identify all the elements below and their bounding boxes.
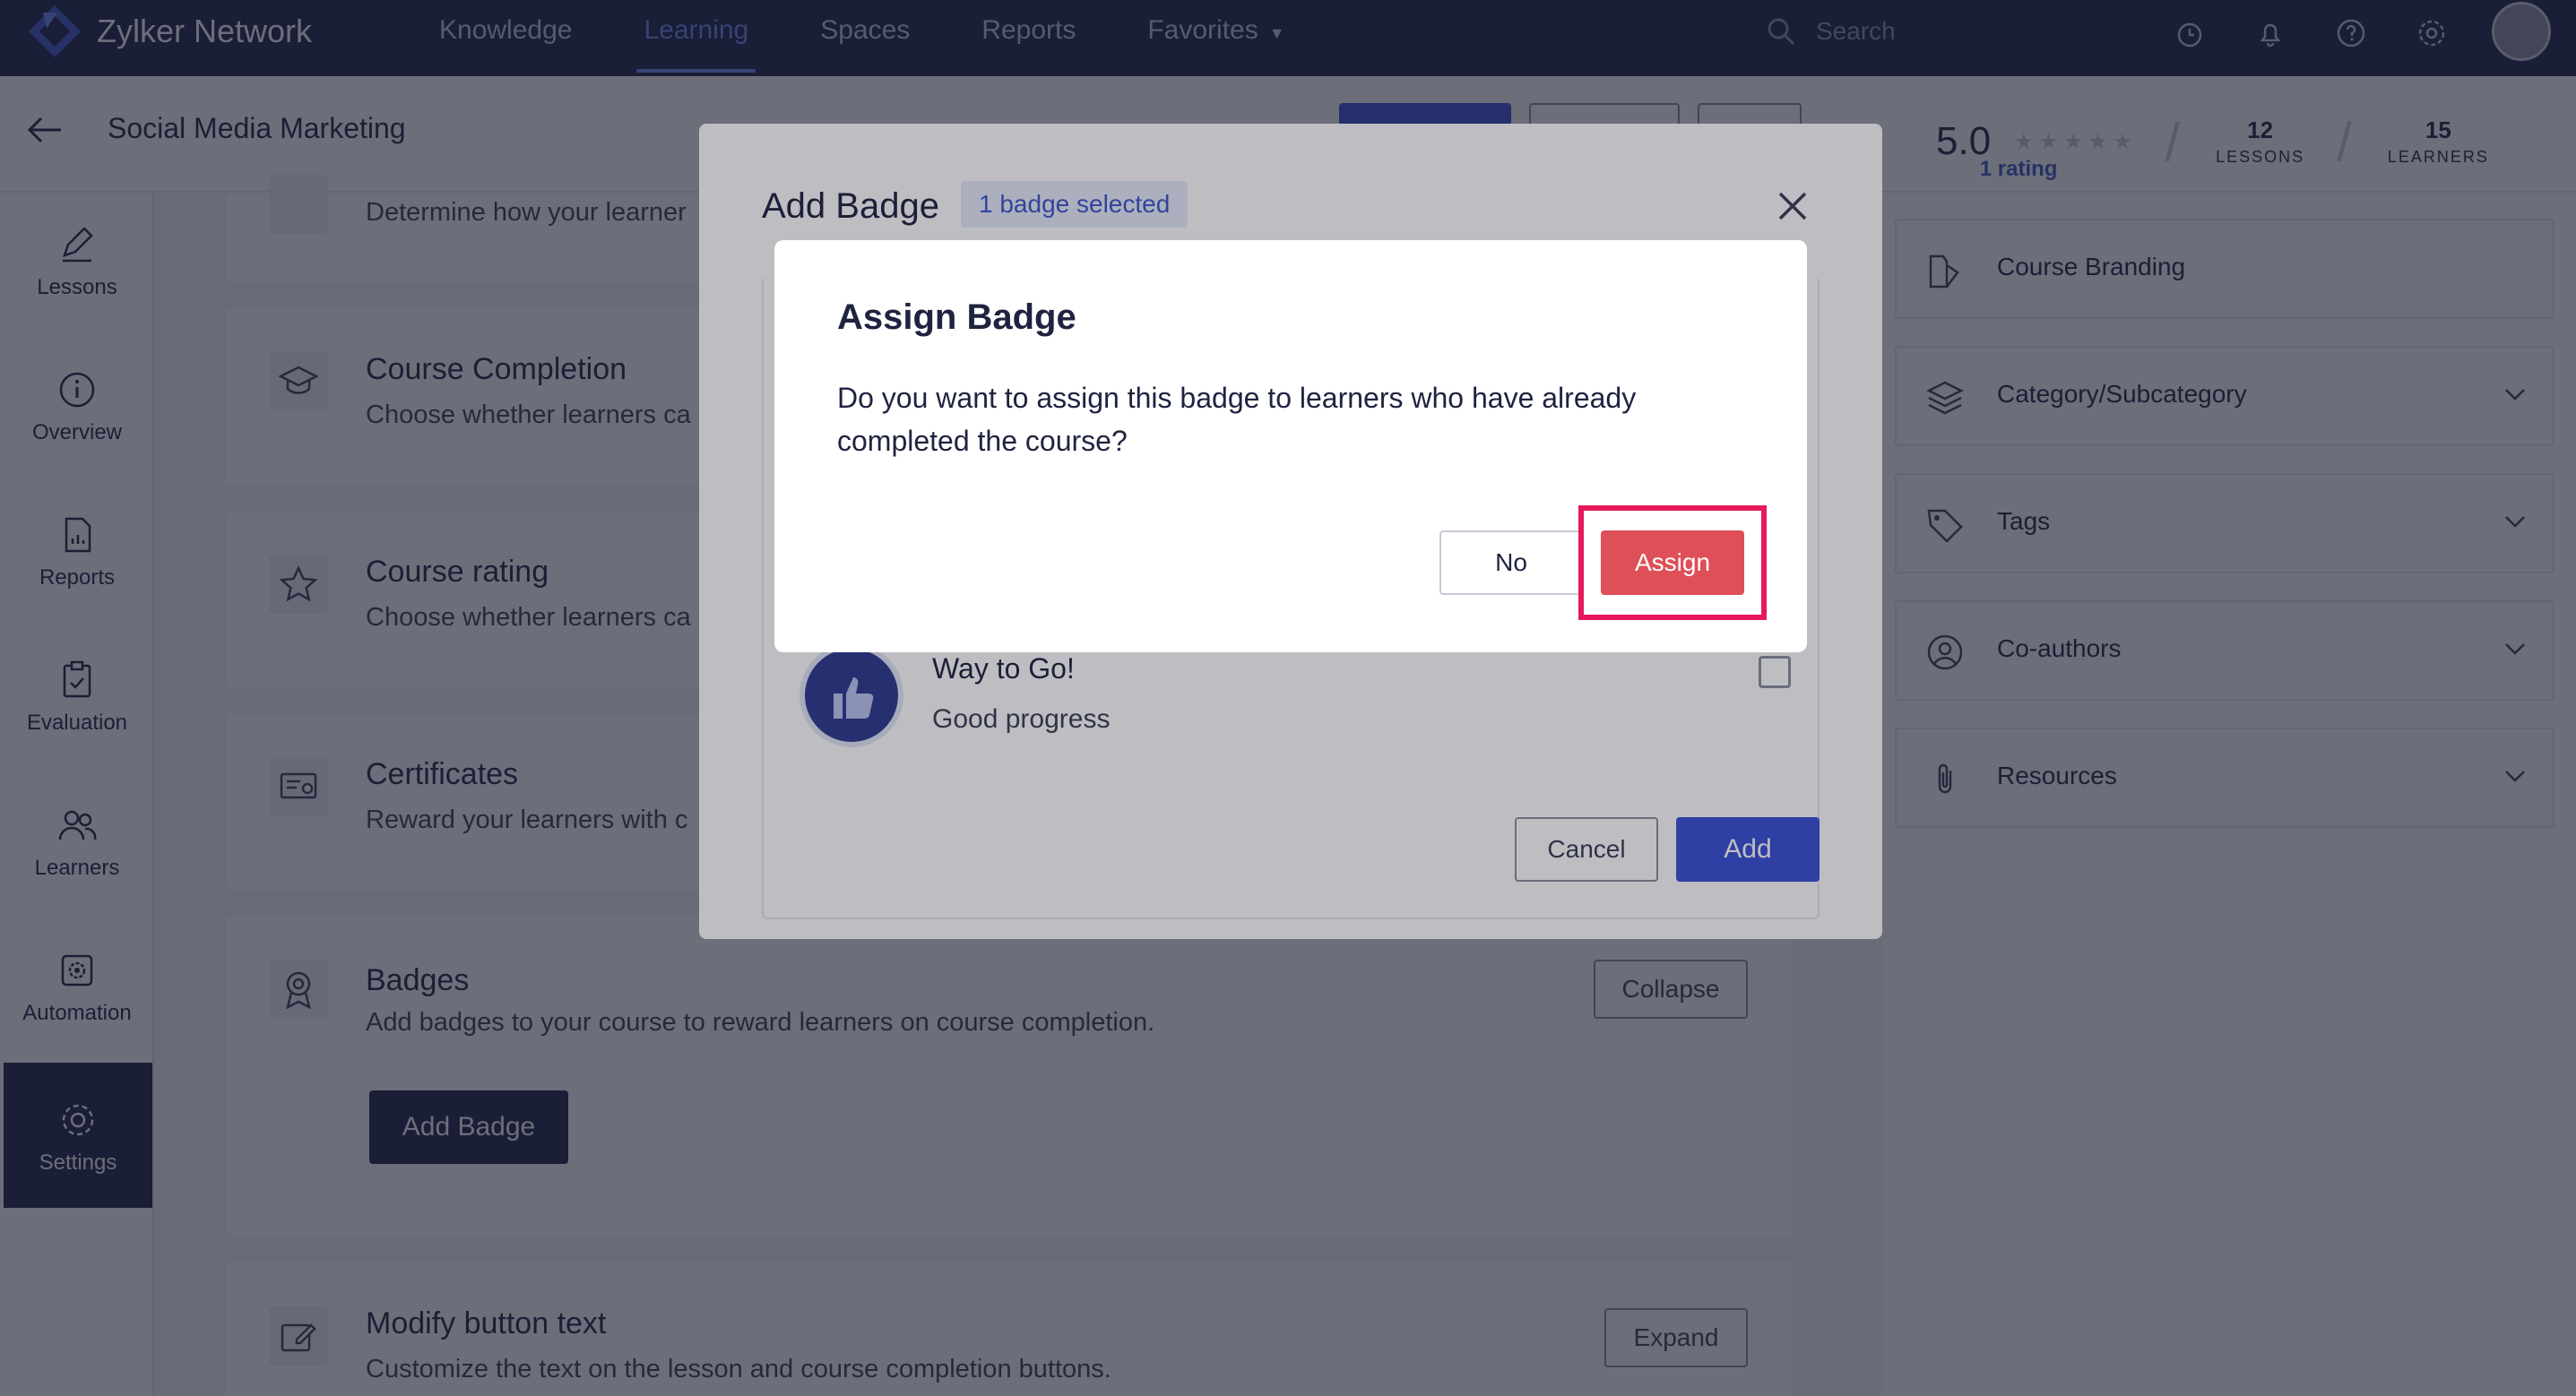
assign-button[interactable]: Assign [1601,530,1744,595]
dialog-title: Assign Badge [837,297,1076,337]
assign-badge-dialog: Assign Badge Do you want to assign this … [774,240,1807,652]
dialog-backdrop[interactable] [0,0,2576,1396]
no-button[interactable]: No [1439,530,1583,595]
dialog-message: Do you want to assign this badge to lear… [837,382,1637,457]
